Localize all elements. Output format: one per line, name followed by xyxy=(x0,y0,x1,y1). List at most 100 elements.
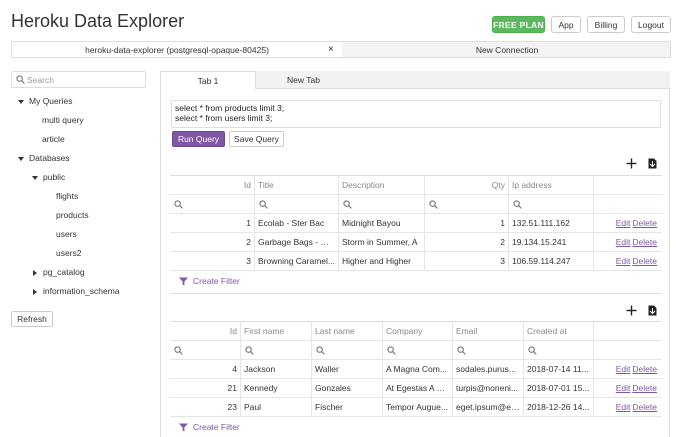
query-line: select * from users limit 3; xyxy=(175,113,273,123)
filter-cell[interactable] xyxy=(453,341,524,359)
tree-my-queries[interactable]: My Queries xyxy=(18,96,72,106)
filter-cell[interactable] xyxy=(170,341,241,359)
connection-bar: heroku-data-explorer (postgresql-opaque-… xyxy=(11,41,671,58)
query-editor[interactable]: select * from products limit 3; select *… xyxy=(171,100,661,128)
column-header-last-name[interactable]: Last name xyxy=(312,322,383,340)
cell-description: Midnight Bayou xyxy=(339,214,425,232)
tree-table-users[interactable]: users xyxy=(56,229,77,239)
filter-cell[interactable] xyxy=(255,195,339,213)
delete-link[interactable]: Delete xyxy=(632,402,657,412)
cell-first-name: Jackson xyxy=(241,360,312,378)
delete-link[interactable]: Delete xyxy=(632,237,657,247)
app-header: Heroku Data Explorer FREE PLAN App Billi… xyxy=(0,0,680,40)
column-header-first-name[interactable]: First name xyxy=(241,322,312,340)
connection-tab-label: heroku-data-explorer (postgresql-opaque-… xyxy=(85,44,269,55)
table-row[interactable]: 3 Browning Caramel... Higher and Higher … xyxy=(170,252,662,271)
filter-cell[interactable] xyxy=(425,195,509,213)
close-icon[interactable]: × xyxy=(328,42,334,57)
column-header-id[interactable]: Id xyxy=(170,176,255,194)
column-header-company[interactable]: Company xyxy=(383,322,453,340)
run-query-button[interactable]: Run Query xyxy=(172,131,225,147)
filter-cell[interactable] xyxy=(509,195,594,213)
tab-1[interactable]: Tab 1 xyxy=(161,71,256,89)
table-row[interactable]: 2 Garbage Bags - Cl... Storm in Summer, … xyxy=(170,233,662,252)
delete-link[interactable]: Delete xyxy=(632,218,657,228)
grid-filter-row xyxy=(170,195,662,214)
create-filter-label: Create Filter xyxy=(193,276,240,286)
grid-filter-row xyxy=(170,341,662,360)
app-title: Heroku Data Explorer xyxy=(11,11,185,31)
filter-cell[interactable] xyxy=(241,341,312,359)
tree-table-flights[interactable]: flights xyxy=(56,191,78,201)
app-button[interactable]: App xyxy=(551,16,581,33)
column-header-title[interactable]: Title xyxy=(255,176,339,194)
sidebar-search xyxy=(11,71,146,88)
column-header-ip-address[interactable]: Ip address xyxy=(509,176,594,194)
edit-link[interactable]: Edit xyxy=(616,364,631,374)
logout-button[interactable]: Logout xyxy=(631,16,671,33)
tree-schema-public[interactable]: public xyxy=(32,172,65,182)
table-row[interactable]: 21 Kennedy Gonzales At Egestas A C... tu… xyxy=(170,379,662,398)
tree-query-article[interactable]: article xyxy=(42,134,65,144)
save-query-button[interactable]: Save Query xyxy=(229,131,284,147)
add-row-icon[interactable] xyxy=(624,303,638,317)
filter-cell[interactable] xyxy=(312,341,383,359)
tree-databases[interactable]: Databases xyxy=(18,153,70,163)
tab-new[interactable]: New Tab xyxy=(256,71,351,89)
cell-ip-address: 106.59.114.247 xyxy=(509,252,594,270)
create-filter-button[interactable]: Create Filter xyxy=(179,422,240,432)
cell-first-name: Kennedy xyxy=(241,379,312,397)
column-header-actions xyxy=(594,176,662,194)
export-csv-icon[interactable] xyxy=(645,156,659,170)
add-row-icon[interactable] xyxy=(624,156,638,170)
column-header-email[interactable]: Email xyxy=(453,322,524,340)
cell-created-at: 2018-12-26 14... xyxy=(524,398,594,416)
column-header-id[interactable]: Id xyxy=(170,322,241,340)
delete-link[interactable]: Delete xyxy=(632,256,657,266)
export-csv-icon[interactable] xyxy=(645,303,659,317)
delete-link[interactable]: Delete xyxy=(632,364,657,374)
cell-email: eget.ipsum@eli... xyxy=(453,398,524,416)
filter-cell[interactable] xyxy=(170,195,255,213)
column-header-created-at[interactable]: Created at xyxy=(524,322,594,340)
delete-link[interactable]: Delete xyxy=(632,383,657,393)
filter-cell[interactable] xyxy=(383,341,453,359)
free-plan-badge[interactable]: FREE PLAN xyxy=(492,16,545,33)
cell-id: 1 xyxy=(170,214,255,232)
edit-link[interactable]: Edit xyxy=(616,402,631,412)
table-row[interactable]: 4 Jackson Waller A Magna Com... sodales.… xyxy=(170,360,662,379)
table-row[interactable]: 23 Paul Fischer Tempor Augue... eget.ips… xyxy=(170,398,662,417)
cell-ip-address: 132.51.111.162 xyxy=(509,214,594,232)
column-header-qty[interactable]: Qty xyxy=(425,176,509,194)
tree-table-products[interactable]: products xyxy=(56,210,89,220)
filter-cell[interactable] xyxy=(339,195,425,213)
tree-query-multi-query[interactable]: multi query xyxy=(42,115,84,125)
search-icon xyxy=(316,346,325,355)
connection-tab-active[interactable]: heroku-data-explorer (postgresql-opaque-… xyxy=(12,42,342,57)
tree-table-users2[interactable]: users2 xyxy=(56,248,82,258)
row-actions: Edit Delete xyxy=(594,398,662,416)
edit-link[interactable]: Edit xyxy=(616,237,631,247)
tree-schema-information-schema[interactable]: information_schema xyxy=(33,286,120,296)
column-header-description[interactable]: Description xyxy=(339,176,425,194)
search-input[interactable] xyxy=(27,73,142,86)
users-grid: Id First name Last name Company Email Cr… xyxy=(170,321,662,417)
products-grid: Id Title Description Qty Ip address 1 Ec… xyxy=(170,175,662,271)
edit-link[interactable]: Edit xyxy=(616,256,631,266)
new-connection-tab[interactable]: New Connection xyxy=(342,42,672,57)
billing-button[interactable]: Billing xyxy=(587,16,625,33)
tree-schema-pg-catalog[interactable]: pg_catalog xyxy=(33,267,85,277)
row-actions: Edit Delete xyxy=(594,360,662,378)
cell-title: Garbage Bags - Cl... xyxy=(255,233,339,251)
table-row[interactable]: 1 Ecolab - Ster Bac Midnight Bayou 1 132… xyxy=(170,214,662,233)
cell-first-name: Paul xyxy=(241,398,312,416)
tab-divider xyxy=(256,88,351,89)
search-icon xyxy=(528,346,537,355)
edit-link[interactable]: Edit xyxy=(616,218,631,228)
create-filter-button[interactable]: Create Filter xyxy=(179,276,240,286)
cell-last-name: Fischer xyxy=(312,398,383,416)
cell-created-at: 2018-07-01 15... xyxy=(524,379,594,397)
edit-link[interactable]: Edit xyxy=(616,383,631,393)
refresh-button[interactable]: Refresh xyxy=(11,311,53,327)
filter-cell[interactable] xyxy=(524,341,594,359)
